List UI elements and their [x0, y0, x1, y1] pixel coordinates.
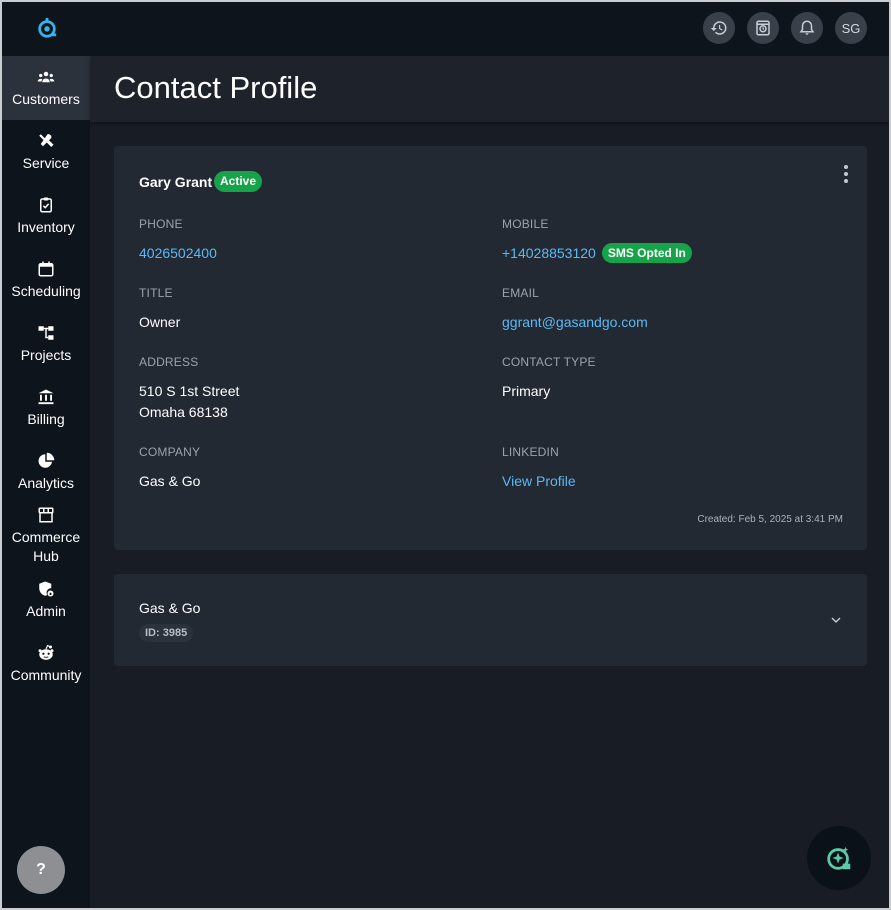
timer-button[interactable] [747, 12, 779, 44]
company-id-badge: ID: 3985 [139, 624, 194, 642]
ai-sparkle-icon [827, 846, 851, 870]
address-label: ADDRESS [139, 355, 199, 369]
sidebar-item-label: Community [10, 666, 82, 683]
sidebar-item-analytics[interactable]: Analytics [2, 440, 90, 504]
company-value: Gas & Go [139, 473, 201, 489]
help-button[interactable]: ? [17, 846, 65, 894]
ai-assistant-button[interactable] [807, 826, 871, 890]
sidebar-item-scheduling[interactable]: Scheduling [2, 248, 90, 312]
email-link[interactable]: ggrant@gasandgo.com [502, 312, 648, 333]
phone-label: PHONE [139, 217, 183, 231]
company-field: COMPANY Gas & Go [139, 445, 200, 492]
history-icon [710, 21, 727, 35]
help-label: ? [36, 861, 46, 878]
sidebar-item-label: Scheduling [11, 282, 81, 299]
address-line1: 510 S 1st Street [139, 383, 240, 399]
timer-icon [756, 20, 770, 36]
linkedin-field: LINKEDIN View Profile [502, 445, 576, 492]
clipboard-check-icon [40, 197, 52, 212]
user-avatar-button[interactable]: SG [835, 12, 867, 44]
company-label: COMPANY [139, 445, 201, 459]
bank-icon [38, 389, 54, 404]
more-options-icon[interactable] [840, 165, 852, 185]
sidebar-item-billing[interactable]: Billing [2, 376, 90, 440]
community-icon [38, 644, 54, 660]
store-icon [38, 507, 54, 523]
status-badge: Active [214, 171, 263, 192]
sidebar-item-label: Projects [20, 346, 72, 363]
created-timestamp: Created: Feb 5, 2025 at 3:41 PM [697, 514, 843, 525]
page-header: Contact Profile [90, 56, 889, 122]
contact-card: Gary Grant Active PHONE 4026502400 MOBIL… [114, 146, 867, 550]
people-icon [37, 71, 55, 82]
app-logo-icon[interactable] [36, 17, 58, 39]
notifications-button[interactable] [791, 12, 823, 44]
title-value: Owner [139, 314, 181, 330]
sms-opted-in-badge: SMS Opted In [601, 243, 692, 263]
address-line2: Omaha 68138 [139, 404, 228, 420]
hierarchy-icon [38, 325, 54, 340]
pie-chart-icon [38, 452, 55, 468]
linkedin-label: LINKEDIN [502, 445, 559, 459]
phone-field: PHONE 4026502400 [139, 217, 217, 264]
company-card[interactable]: Gas & Go ID: 3985 [114, 574, 867, 666]
calendar-icon [38, 261, 54, 276]
mobile-link[interactable]: +14028853120 [502, 245, 596, 261]
sidebar-item-label: Admin [26, 602, 66, 619]
sidebar-item-label: Analytics [17, 474, 75, 491]
contact-type-label: CONTACT TYPE [502, 355, 596, 369]
sidebar: Customers Service Inventory Scheduling P… [2, 56, 90, 908]
mobile-label: MOBILE [502, 217, 549, 231]
sidebar-item-projects[interactable]: Projects [2, 312, 90, 376]
tools-icon [39, 133, 54, 147]
page-title: Contact Profile [114, 70, 318, 105]
app-frame: SG Customers Service Inventory Schedulin… [2, 2, 889, 908]
sidebar-item-customers[interactable]: Customers [2, 56, 90, 120]
phone-link[interactable]: 4026502400 [139, 243, 217, 264]
history-button[interactable] [703, 12, 735, 44]
linkedin-link[interactable]: View Profile [502, 471, 576, 492]
company-card-name: Gas & Go [139, 600, 201, 616]
sidebar-item-community[interactable]: Community [2, 632, 90, 696]
chevron-down-icon[interactable] [830, 614, 842, 626]
contact-name: Gary Grant [139, 174, 213, 190]
contact-type-field: CONTACT TYPE Primary [502, 355, 596, 402]
title-field: TITLE Owner [139, 286, 180, 333]
avatar-initials: SG [841, 20, 861, 36]
email-field: EMAIL ggrant@gasandgo.com [502, 286, 648, 333]
shield-lock-icon [39, 581, 54, 596]
sidebar-item-service[interactable]: Service [2, 120, 90, 184]
mobile-field: MOBILE +14028853120 SMS Opted In [502, 217, 692, 264]
sidebar-item-inventory[interactable]: Inventory [2, 184, 90, 248]
sidebar-item-label: Commerce Hub [11, 529, 81, 564]
sidebar-item-label: Service [22, 154, 70, 171]
top-bar: SG [2, 2, 889, 56]
title-label: TITLE [139, 286, 173, 300]
address-field: ADDRESS 510 S 1st Street Omaha 68138 [139, 355, 239, 423]
sidebar-item-label: Inventory [17, 218, 75, 235]
sidebar-item-label: Billing [27, 410, 65, 427]
contact-type-value: Primary [502, 383, 551, 399]
sidebar-item-admin[interactable]: Admin [2, 568, 90, 632]
sidebar-item-label: Customers [12, 90, 80, 107]
sidebar-item-commerce-hub[interactable]: Commerce Hub [2, 504, 90, 568]
email-label: EMAIL [502, 286, 540, 300]
bell-icon [799, 20, 815, 35]
